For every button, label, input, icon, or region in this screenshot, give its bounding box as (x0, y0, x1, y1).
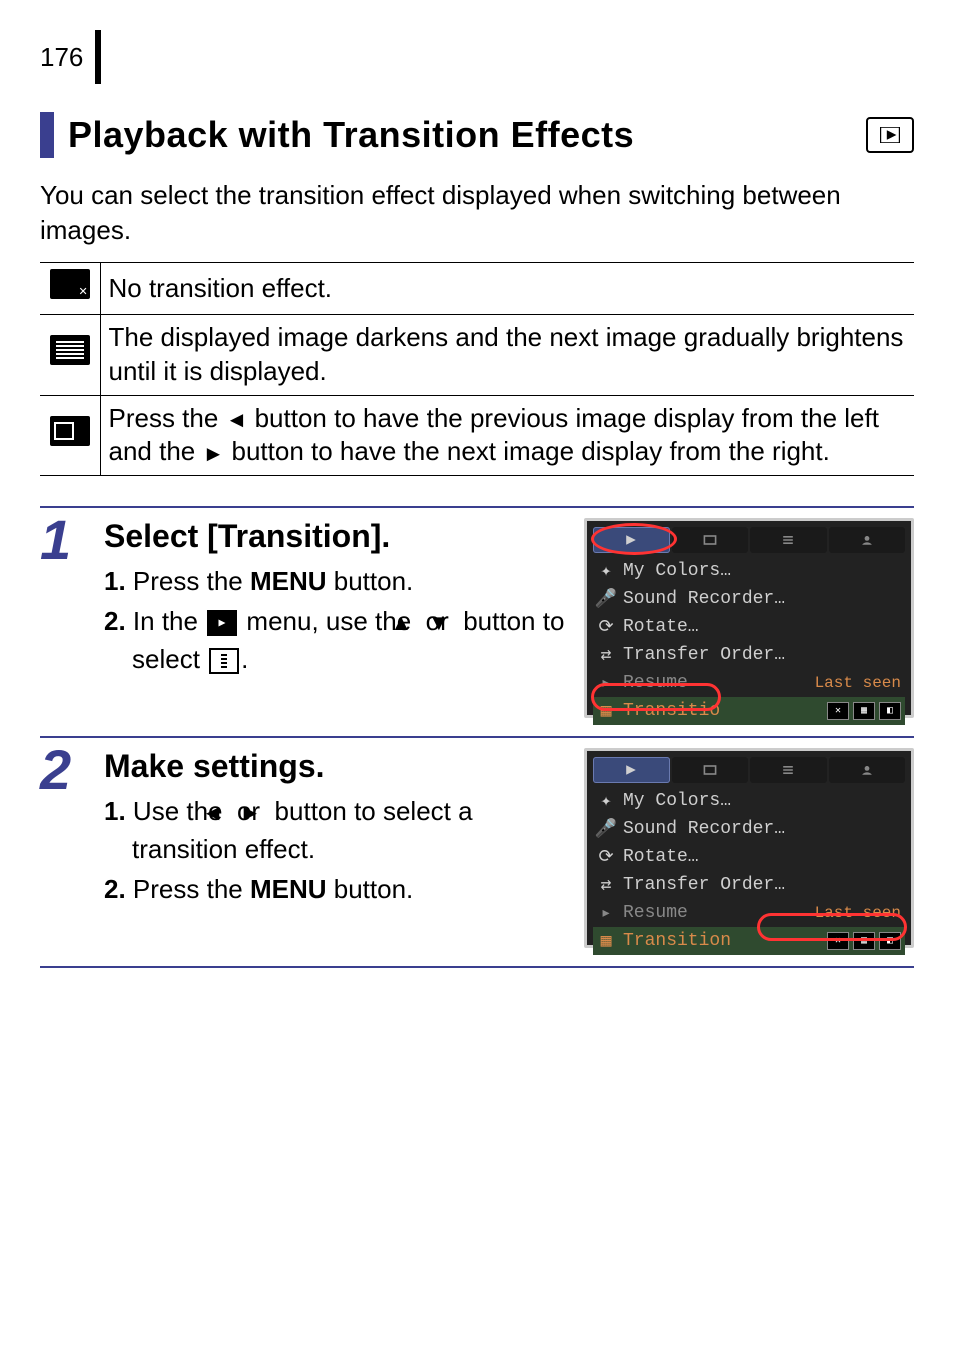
red-highlight-transition (591, 683, 721, 711)
step-1-a: 1. Press the MENU button. (104, 563, 568, 601)
effect-row-slide: Press the ◄ button to have the previous … (40, 395, 914, 476)
menu-my-colors: ✦My Colors… (593, 557, 905, 585)
step-2-a: 1. Use the ◄ or ► button to select a tra… (104, 793, 568, 868)
tab-mycamera (829, 757, 906, 783)
step-1-number: 1 (40, 508, 96, 736)
step-1-b: 2. In the menu, use the ▲ or ▼ button to… (104, 603, 568, 678)
step-2-b: 2. Press the MENU button. (104, 871, 568, 909)
step-1-title: Select [Transition]. (104, 518, 568, 555)
effect-slide-text: Press the ◄ button to have the previous … (100, 395, 914, 476)
title-left: Playback with Transition Effects (40, 112, 634, 158)
menu-sound-recorder: 🎤Sound Recorder… (593, 815, 905, 843)
right-arrow-icon: ► (202, 443, 224, 465)
menu-sound-recorder: 🎤Sound Recorder… (593, 585, 905, 613)
step-2: 2 Make settings. 1. Use the ◄ or ► butto… (40, 736, 914, 966)
effect-dissolve-text: The displayed image darkens and the next… (100, 314, 914, 395)
slide-pre: Press the (109, 403, 226, 433)
no-transition-icon (50, 269, 90, 299)
left-arrow-icon: ◄ (226, 409, 248, 431)
red-highlight-tab (591, 523, 677, 555)
menu-rotate: ⟳Rotate… (593, 843, 905, 871)
tab-playback (593, 757, 670, 783)
page-number-rule (95, 30, 101, 84)
effect-row-none: No transition effect. (40, 263, 914, 315)
slide-transition-icon (50, 416, 90, 446)
menu-rotate: ⟳Rotate… (593, 613, 905, 641)
tab-setup (750, 527, 827, 553)
tab-setup (750, 757, 827, 783)
title-row: Playback with Transition Effects (40, 112, 914, 158)
step-2-number: 2 (40, 738, 96, 966)
tab-print (672, 757, 749, 783)
menu-my-colors: ✦My Colors… (593, 787, 905, 815)
playback-mode-icon (866, 117, 914, 153)
menu-screenshot-2: ✦My Colors… 🎤Sound Recorder… ⟳Rotate… ⇄T… (584, 748, 914, 948)
menu-transfer-order: ⇄Transfer Order… (593, 641, 905, 669)
dissolve-transition-icon (50, 335, 90, 365)
intro-text: You can select the transition effect dis… (40, 178, 914, 248)
effect-none-text: No transition effect. (100, 263, 914, 315)
step-2-title: Make settings. (104, 748, 568, 785)
red-highlight-options (757, 913, 907, 941)
menu-transfer-order: ⇄Transfer Order… (593, 871, 905, 899)
page-title: Playback with Transition Effects (68, 114, 634, 156)
effect-row-dissolve: The displayed image darkens and the next… (40, 314, 914, 395)
menu-screenshot-1: ✦My Colors… 🎤Sound Recorder… ⟳Rotate… ⇄T… (584, 518, 914, 718)
transition-menu-icon (209, 648, 239, 674)
page-number: 176 (40, 42, 93, 73)
playback-menu-icon (207, 610, 237, 636)
tab-mycamera (829, 527, 906, 553)
slide-post: button to have the next image display fr… (232, 436, 830, 466)
section-end-rule (40, 966, 914, 968)
title-accent-bar (40, 112, 54, 158)
page-number-block: 176 (40, 30, 914, 84)
effects-table: No transition effect. The displayed imag… (40, 262, 914, 476)
step-1: 1 Select [Transition]. 1. Press the MENU… (40, 506, 914, 736)
tab-print (672, 527, 749, 553)
